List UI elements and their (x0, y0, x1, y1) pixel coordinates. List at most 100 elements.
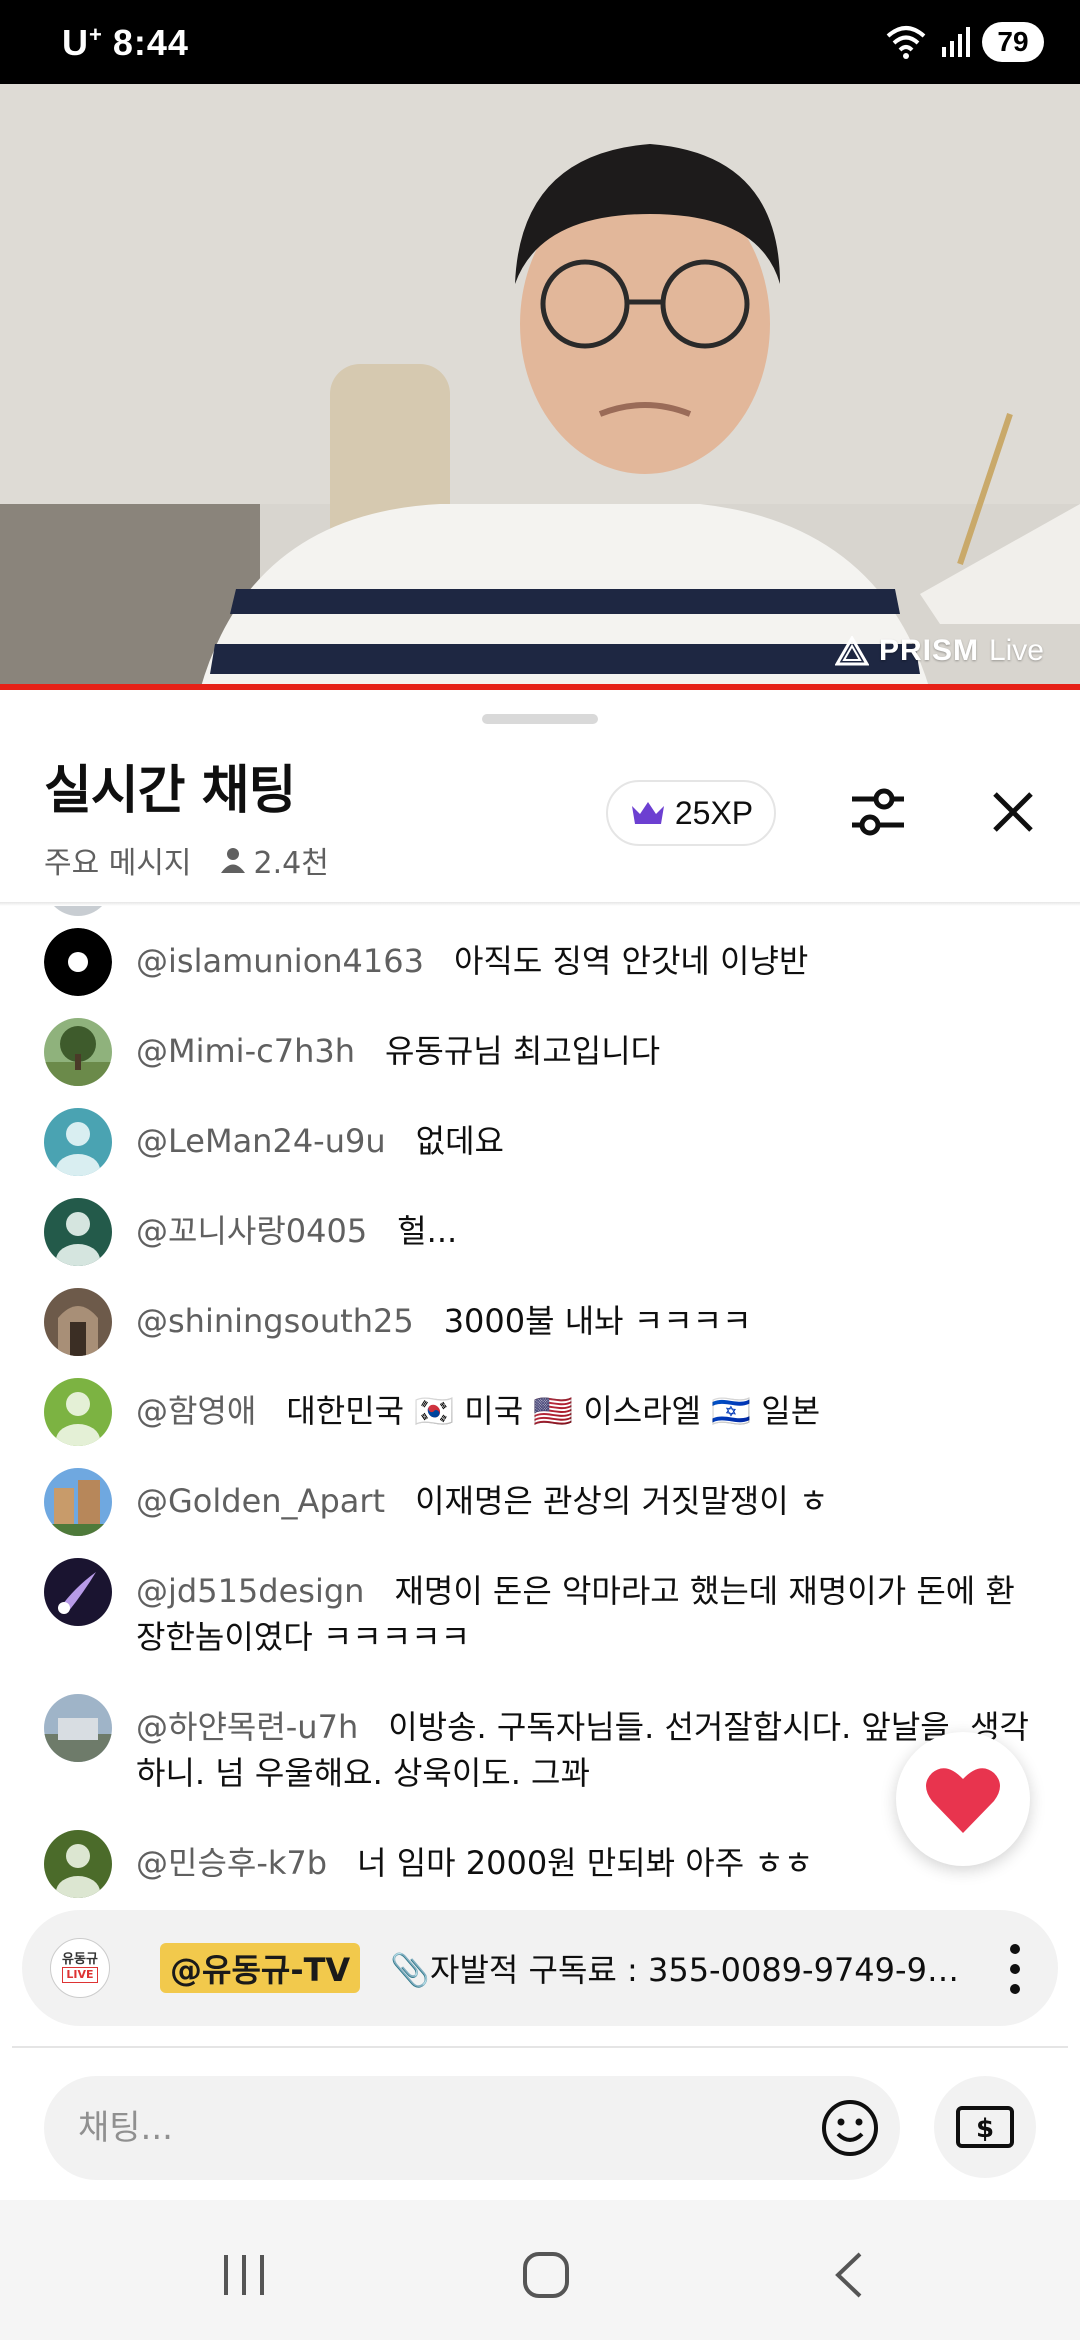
message-text: @Mimi-c7h3h 유동규님 최고입니다 (136, 1018, 1036, 1074)
message-author[interactable]: @함영애 (136, 1392, 256, 1430)
pinned-message-banner[interactable]: 유동규 LIVE @유동규-TV 📎자발적 구독료 : 355-0089-9749… (22, 1910, 1058, 2026)
chat-message[interactable]: @jd515design 재명이 돈은 악마라고 했는데 재명이가 돈에 환장한놈… (44, 1558, 1044, 1660)
prism-live-watermark: PRISM Live (834, 634, 1044, 668)
recent-apps-icon (224, 2255, 264, 2295)
avatar (44, 1018, 112, 1086)
channel-avatar: 유동규 LIVE (50, 1938, 110, 1998)
message-body: 없데요 (415, 1122, 504, 1160)
message-body: 유동규님 최고입니다 (384, 1032, 661, 1070)
avatar (44, 1288, 112, 1356)
message-body: 3000불 내놔 ㅋㅋㅋㅋ (443, 1302, 752, 1340)
message-body: 너 임마 2000원 만되봐 아주 ㅎㅎ (357, 1844, 814, 1882)
chat-message[interactable]: @LeMan24-u9u 없데요 (44, 1108, 1044, 1176)
close-icon (993, 792, 1033, 832)
home-button[interactable] (506, 2240, 586, 2310)
crown-icon (631, 802, 664, 824)
message-body: 헐... (397, 1212, 458, 1250)
chat-message[interactable]: @shiningsouth25 3000불 내놔 ㅋㅋㅋㅋ (44, 1288, 1044, 1356)
xp-button[interactable]: 25XP (606, 780, 776, 846)
back-icon (835, 2252, 862, 2298)
filter-button[interactable] (840, 774, 916, 850)
more-options-icon[interactable] (1000, 1944, 1030, 1994)
message-text: @LeMan24-u9u 없데요 (136, 1108, 1036, 1164)
message-text: @shiningsouth25 3000불 내놔 ㅋㅋㅋㅋ (136, 1288, 1036, 1344)
status-carrier: U+ 8:44 (62, 22, 189, 64)
battery-indicator: 79 (982, 22, 1044, 62)
chat-title: 실시간 채팅 (44, 761, 296, 821)
message-text: @민승후-k7b 너 임마 2000원 만되봐 아주 ㅎㅎ (136, 1830, 1036, 1886)
message-author[interactable]: @Golden_Apart (136, 1482, 385, 1520)
pinned-text: 📎자발적 구독료 : 355-0089-9749-93 농... (390, 1951, 971, 1989)
message-author[interactable]: @Mimi-c7h3h (136, 1032, 355, 1070)
message-author[interactable]: @하얀목련-u7h (136, 1708, 358, 1746)
recent-apps-button[interactable] (204, 2240, 284, 2310)
avatar (44, 1108, 112, 1176)
emoji-icon[interactable] (820, 2098, 880, 2158)
chat-message[interactable]: @Mimi-c7h3h 유동규님 최고입니다 (44, 1018, 1044, 1086)
home-icon (523, 2252, 569, 2298)
heart-icon (926, 1768, 1000, 1833)
viewer-count: 2.4천 (220, 838, 329, 882)
live-chat-panel: 실시간 채팅 주요 메시지 2.4천 25XP @islamunion4163 … (0, 690, 1080, 2200)
message-author[interactable]: @꼬니사랑0405 (136, 1212, 367, 1250)
system-nav-bar (0, 2200, 1080, 2340)
svg-text:$: $ (976, 2114, 994, 2144)
avatar (44, 928, 112, 996)
avatar (44, 1694, 112, 1762)
status-icons: 79 (884, 20, 1044, 64)
message-text: @꼬니사랑0405 헐... (136, 1198, 1036, 1254)
message-text: @islamunion4163 아직도 징역 안갓네 이냥반 (136, 928, 1036, 984)
avatar (44, 1468, 112, 1536)
person-icon (220, 848, 245, 873)
message-text: @jd515design 재명이 돈은 악마라고 했는데 재명이가 돈에 환장한놈… (136, 1558, 1036, 1660)
input-divider (12, 2046, 1068, 2048)
chat-message[interactable]: @꼬니사랑0405 헐... (44, 1198, 1044, 1266)
chat-message[interactable]: @Golden_Apart 이재명은 관상의 거짓말쟁이 ㅎ (44, 1468, 1044, 1536)
avatar (44, 1378, 112, 1446)
avatar (44, 1830, 112, 1898)
watermark-suffix: Live (988, 634, 1044, 667)
clock: 8:44 (112, 22, 189, 63)
carrier-plus: + (89, 22, 103, 47)
xp-label: 25XP (674, 794, 754, 831)
avatar (44, 1198, 112, 1266)
back-button[interactable] (808, 2240, 888, 2310)
heart-reaction-button[interactable] (896, 1732, 1030, 1866)
dollar-bill-icon: $ (956, 2106, 1014, 2148)
message-author[interactable]: @민승후-k7b (136, 1844, 327, 1882)
message-text: @Golden_Apart 이재명은 관상의 거짓말쟁이 ㅎ (136, 1468, 1036, 1524)
avatar (44, 1558, 112, 1626)
drag-handle[interactable] (482, 714, 598, 724)
message-body: 대한민국 🇰🇷 미국 🇺🇸 이스라엘 🇮🇱 일본 (286, 1392, 821, 1430)
channel-avatar-live: LIVE (62, 1967, 98, 1983)
wifi-icon (886, 26, 926, 59)
signal-icon (942, 27, 970, 57)
sliders-icon (852, 788, 904, 836)
message-body: 아직도 징역 안갓네 이냥반 (453, 942, 809, 980)
message-author[interactable]: @jd515design (136, 1572, 364, 1610)
message-author[interactable]: @LeMan24-u9u (136, 1122, 386, 1160)
close-button[interactable] (975, 774, 1051, 850)
message-text: @함영애 대한민국 🇰🇷 미국 🇺🇸 이스라엘 🇮🇱 일본 (136, 1378, 1036, 1434)
message-body: 이재명은 관상의 거짓말쟁이 ㅎ (415, 1482, 829, 1520)
watermark-brand: PRISM (878, 634, 979, 667)
owner-badge[interactable]: @유동규-TV (160, 1943, 361, 1993)
chat-input[interactable] (78, 2108, 778, 2148)
prism-logo-icon (834, 636, 869, 666)
chat-message[interactable]: @islamunion4163 아직도 징역 안갓네 이냥반 (44, 928, 1044, 996)
status-bar: U+ 8:44 79 (0, 0, 1080, 84)
chat-mode-label[interactable]: 주요 메시지 (44, 838, 192, 882)
chat-message[interactable]: @민승후-k7b 너 임마 2000원 만되봐 아주 ㅎㅎ (44, 1830, 1044, 1898)
video-frame-image (0, 84, 1080, 690)
chat-input-container[interactable] (44, 2076, 900, 2180)
live-video-player[interactable]: PRISM Live (0, 84, 1080, 690)
super-chat-button[interactable]: $ (934, 2076, 1036, 2178)
carrier-name: U (62, 22, 89, 63)
chat-message[interactable]: @하얀목련-u7h 이방송. 구독자님들. 선거잘합시다. 앞날을. 생각하니. … (44, 1694, 1044, 1796)
chat-message[interactable]: @함영애 대한민국 🇰🇷 미국 🇺🇸 이스라엘 🇮🇱 일본 (44, 1378, 1044, 1446)
message-author[interactable]: @islamunion4163 (136, 942, 424, 980)
message-author[interactable]: @shiningsouth25 (136, 1302, 414, 1340)
viewer-count-value: 2.4천 (253, 846, 329, 881)
partial-avatar (44, 906, 112, 916)
chat-subheader: 주요 메시지 2.4천 (44, 838, 329, 882)
